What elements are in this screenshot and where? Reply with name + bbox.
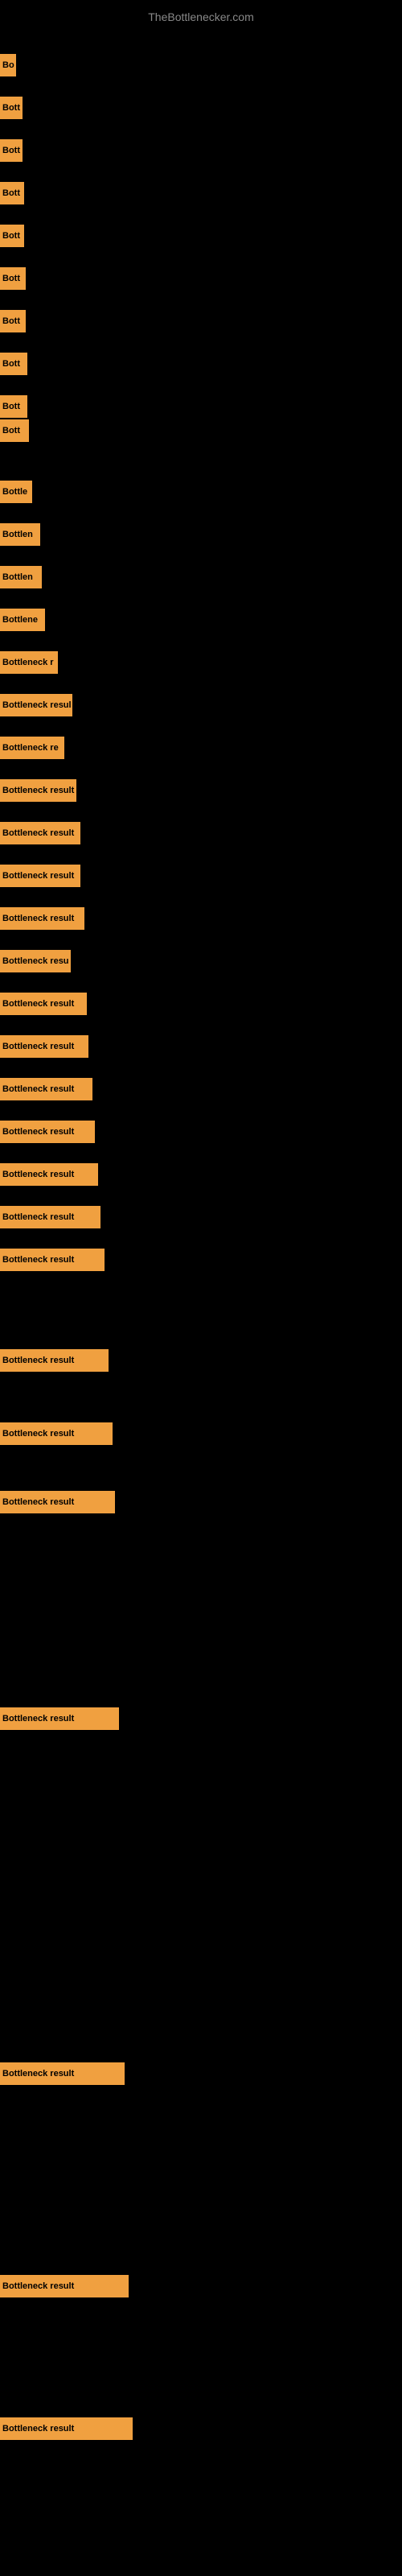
bar-row: Bottlen <box>0 522 40 547</box>
bar-fill: Bottleneck result <box>0 1249 105 1271</box>
bar-fill: Bottleneck result <box>0 1163 98 1186</box>
bar-fill: Bottlene <box>0 609 45 631</box>
bar-row: Bottleneck result <box>0 1706 119 1732</box>
bar-fill: Bott <box>0 395 27 418</box>
bar-row: Bottleneck re <box>0 735 64 761</box>
bar-fill: Bottleneck result <box>0 2275 129 2297</box>
bar-fill: Bott <box>0 182 24 204</box>
bar-row: Bottleneck result <box>0 1247 105 1273</box>
bar-row: Bott <box>0 418 29 444</box>
bar-row: Bottleneck result <box>0 820 80 846</box>
bar-row: Bottleneck result <box>0 1348 109 1373</box>
bar-row: Bottleneck result <box>0 991 87 1017</box>
bar-row: Bottleneck result <box>0 1162 98 1187</box>
bar-fill: Bottlen <box>0 523 40 546</box>
bar-row: Bo <box>0 52 16 78</box>
bar-fill: Bottleneck re <box>0 737 64 759</box>
bar-fill: Bott <box>0 267 26 290</box>
bar-fill: Bottleneck result <box>0 2062 125 2085</box>
bar-fill: Bottleneck result <box>0 1035 88 1058</box>
bar-fill: Bott <box>0 310 26 332</box>
bar-row: Bottleneck result <box>0 2273 129 2299</box>
bar-row: Bott <box>0 308 26 334</box>
bar-row: Bottleneck result <box>0 1204 100 1230</box>
bar-row: Bott <box>0 223 24 249</box>
bar-row: Bottleneck result <box>0 906 84 931</box>
bar-row: Bottleneck result <box>0 1034 88 1059</box>
bar-fill: Bott <box>0 97 23 119</box>
bar-fill: Bottleneck result <box>0 1349 109 1372</box>
bar-row: Bottleneck result <box>0 1489 115 1515</box>
bar-fill: Bottleneck result <box>0 1206 100 1228</box>
bar-row: Bottleneck result <box>0 1119 95 1145</box>
bar-fill: Bottleneck resul <box>0 694 72 716</box>
bar-row: Bottleneck result <box>0 1421 113 1447</box>
bar-row: Bottleneck result <box>0 2061 125 2087</box>
bar-row: Bottle <box>0 479 32 505</box>
bar-fill: Bottleneck result <box>0 907 84 930</box>
bar-row: Bottleneck resul <box>0 692 72 718</box>
bar-fill: Bottleneck result <box>0 1078 92 1100</box>
bar-fill: Bott <box>0 353 27 375</box>
bar-fill: Bo <box>0 54 16 76</box>
bar-fill: Bottle <box>0 481 32 503</box>
bar-fill: Bottleneck result <box>0 1491 115 1513</box>
site-title: TheBottlenecker.com <box>0 4 402 30</box>
bar-fill: Bottleneck result <box>0 865 80 887</box>
bar-row: Bott <box>0 138 23 163</box>
bar-fill: Bottleneck r <box>0 651 58 674</box>
bar-row: Bott <box>0 95 23 121</box>
bar-fill: Bottleneck result <box>0 779 76 802</box>
bar-fill: Bottleneck result <box>0 1121 95 1143</box>
bar-fill: Bott <box>0 225 24 247</box>
bar-row: Bott <box>0 351 27 377</box>
bar-row: Bottleneck resu <box>0 948 71 974</box>
bar-row: Bottleneck result <box>0 1076 92 1102</box>
bar-fill: Bottleneck result <box>0 1707 119 1730</box>
bar-row: Bottleneck r <box>0 650 58 675</box>
bar-fill: Bottleneck result <box>0 2417 133 2440</box>
bar-fill: Bott <box>0 139 23 162</box>
bar-row: Bottleneck result <box>0 863 80 889</box>
bar-fill: Bott <box>0 419 29 442</box>
bar-row: Bott <box>0 394 27 419</box>
bar-fill: Bottleneck result <box>0 993 87 1015</box>
bar-fill: Bottleneck result <box>0 822 80 844</box>
bar-fill: Bottlen <box>0 566 42 588</box>
bar-row: Bott <box>0 266 26 291</box>
bar-row: Bottlen <box>0 564 42 590</box>
bar-fill: Bottleneck result <box>0 1422 113 1445</box>
bar-row: Bottlene <box>0 607 45 633</box>
bar-fill: Bottleneck resu <box>0 950 71 972</box>
bar-row: Bottleneck result <box>0 2416 133 2442</box>
bar-row: Bott <box>0 180 24 206</box>
bar-row: Bottleneck result <box>0 778 76 803</box>
